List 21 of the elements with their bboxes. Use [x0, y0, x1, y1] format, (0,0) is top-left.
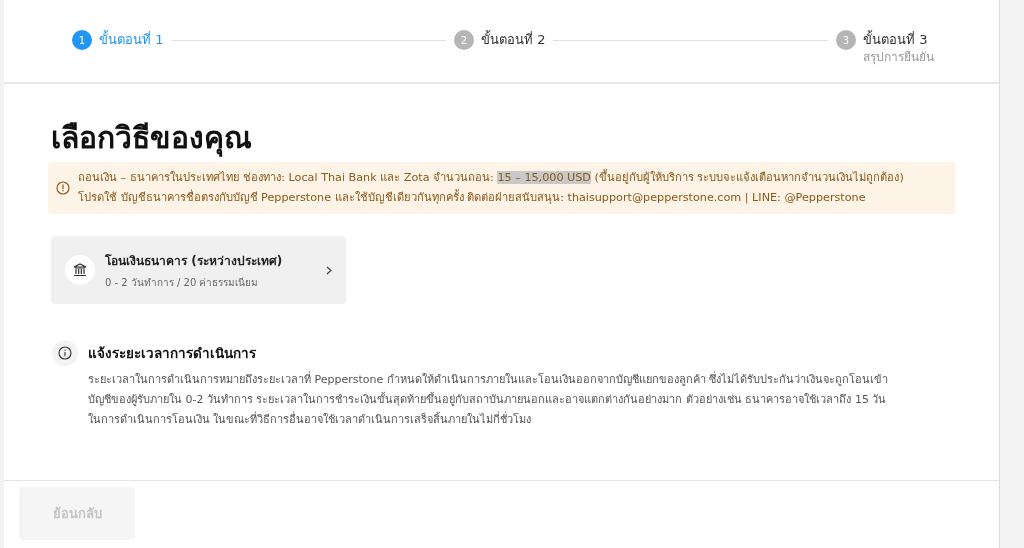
- notice-text: โปรดใช้ บัญชีธนาคารชื่อตรงกับบัญชี Pepperstone และใช้บัญชีเดียวกันทุกครั้ง ติดต่อฝ่ายสนับสนุน: thaisupport@pepperstone.com | LINE: @Pepperstone: [78, 188, 867, 206]
- step-label: ขั้นตอนที่ 1: [99, 30, 164, 49]
- notice-text: ถอนเงิน – ธนาคารในประเทศไทย ช่องทาง: Local Thai Bank และ Zota จำนวนถอน: 15 – 15,000 USD (ขึ้นอยู่กับผู้ให้บริการ ระบบจะแจ้งเตือนหากจำนวนเงินไม่ถูกต้อง): [78, 168, 904, 186]
- info-heading: แจ้งระยะเวลาการดำเนินการ: [88, 344, 257, 363]
- step-number: 2: [454, 30, 474, 50]
- step-number: 1: [72, 30, 92, 50]
- step-subtitle: สรุปการยืนยัน: [863, 50, 934, 64]
- step-label: ขั้นตอนที่ 2: [481, 30, 546, 49]
- step-label: ขั้นตอนที่ 3: [863, 30, 929, 49]
- page-title: เลือกวิธีของคุณ: [51, 120, 253, 156]
- warning-icon: [56, 181, 70, 195]
- info-text: บัญชีของผู้รับภายใน 0-2 วันทำการ ระยะเวลาในการชำระเงินขั้นสุดท้ายขึ้นอยู่กับสถาบันภายนอกและอาจแตกต่างกันอย่างมาก ตัวอย่างเช่น ธนาคารอาจใช้เวลาถึง 15 วัน: [88, 391, 888, 408]
- info-text: ในการดำเนินการโอนเงิน ในขณะที่วิธีการอื่นอาจใช้เวลาดำเนินการเสร็จสิ้นภายในไม่กี่ชั่วโมง: [88, 410, 533, 428]
- step-number: 3: [836, 30, 856, 50]
- bank-icon: [72, 262, 88, 278]
- info-icon: [58, 346, 72, 360]
- chevron-right-icon: [326, 265, 332, 275]
- method-name: โอนเงินธนาคาร (ระหว่างประเทศ): [105, 252, 284, 270]
- method-details: 0 - 2 วันทำการ / 20 ค่าธรรมเนียม: [105, 275, 260, 290]
- method-card[interactable]: โอนเงินธนาคาร (ระหว่างประเทศ) 0 - 2 วันทำการ / 20 ค่าธรรมเนียม: [51, 236, 346, 304]
- info-text: ระยะเวลาในการดำเนินการหมายถึงระยะเวลาที่ Pepperstone กำหนดให้ดำเนินการภายในและโอนเงินออกจากบัญชีแยกของลูกค้า ซึ่งไม่ได้รับประกันว่าเงินจะถูกโอนเข้า: [88, 370, 889, 388]
